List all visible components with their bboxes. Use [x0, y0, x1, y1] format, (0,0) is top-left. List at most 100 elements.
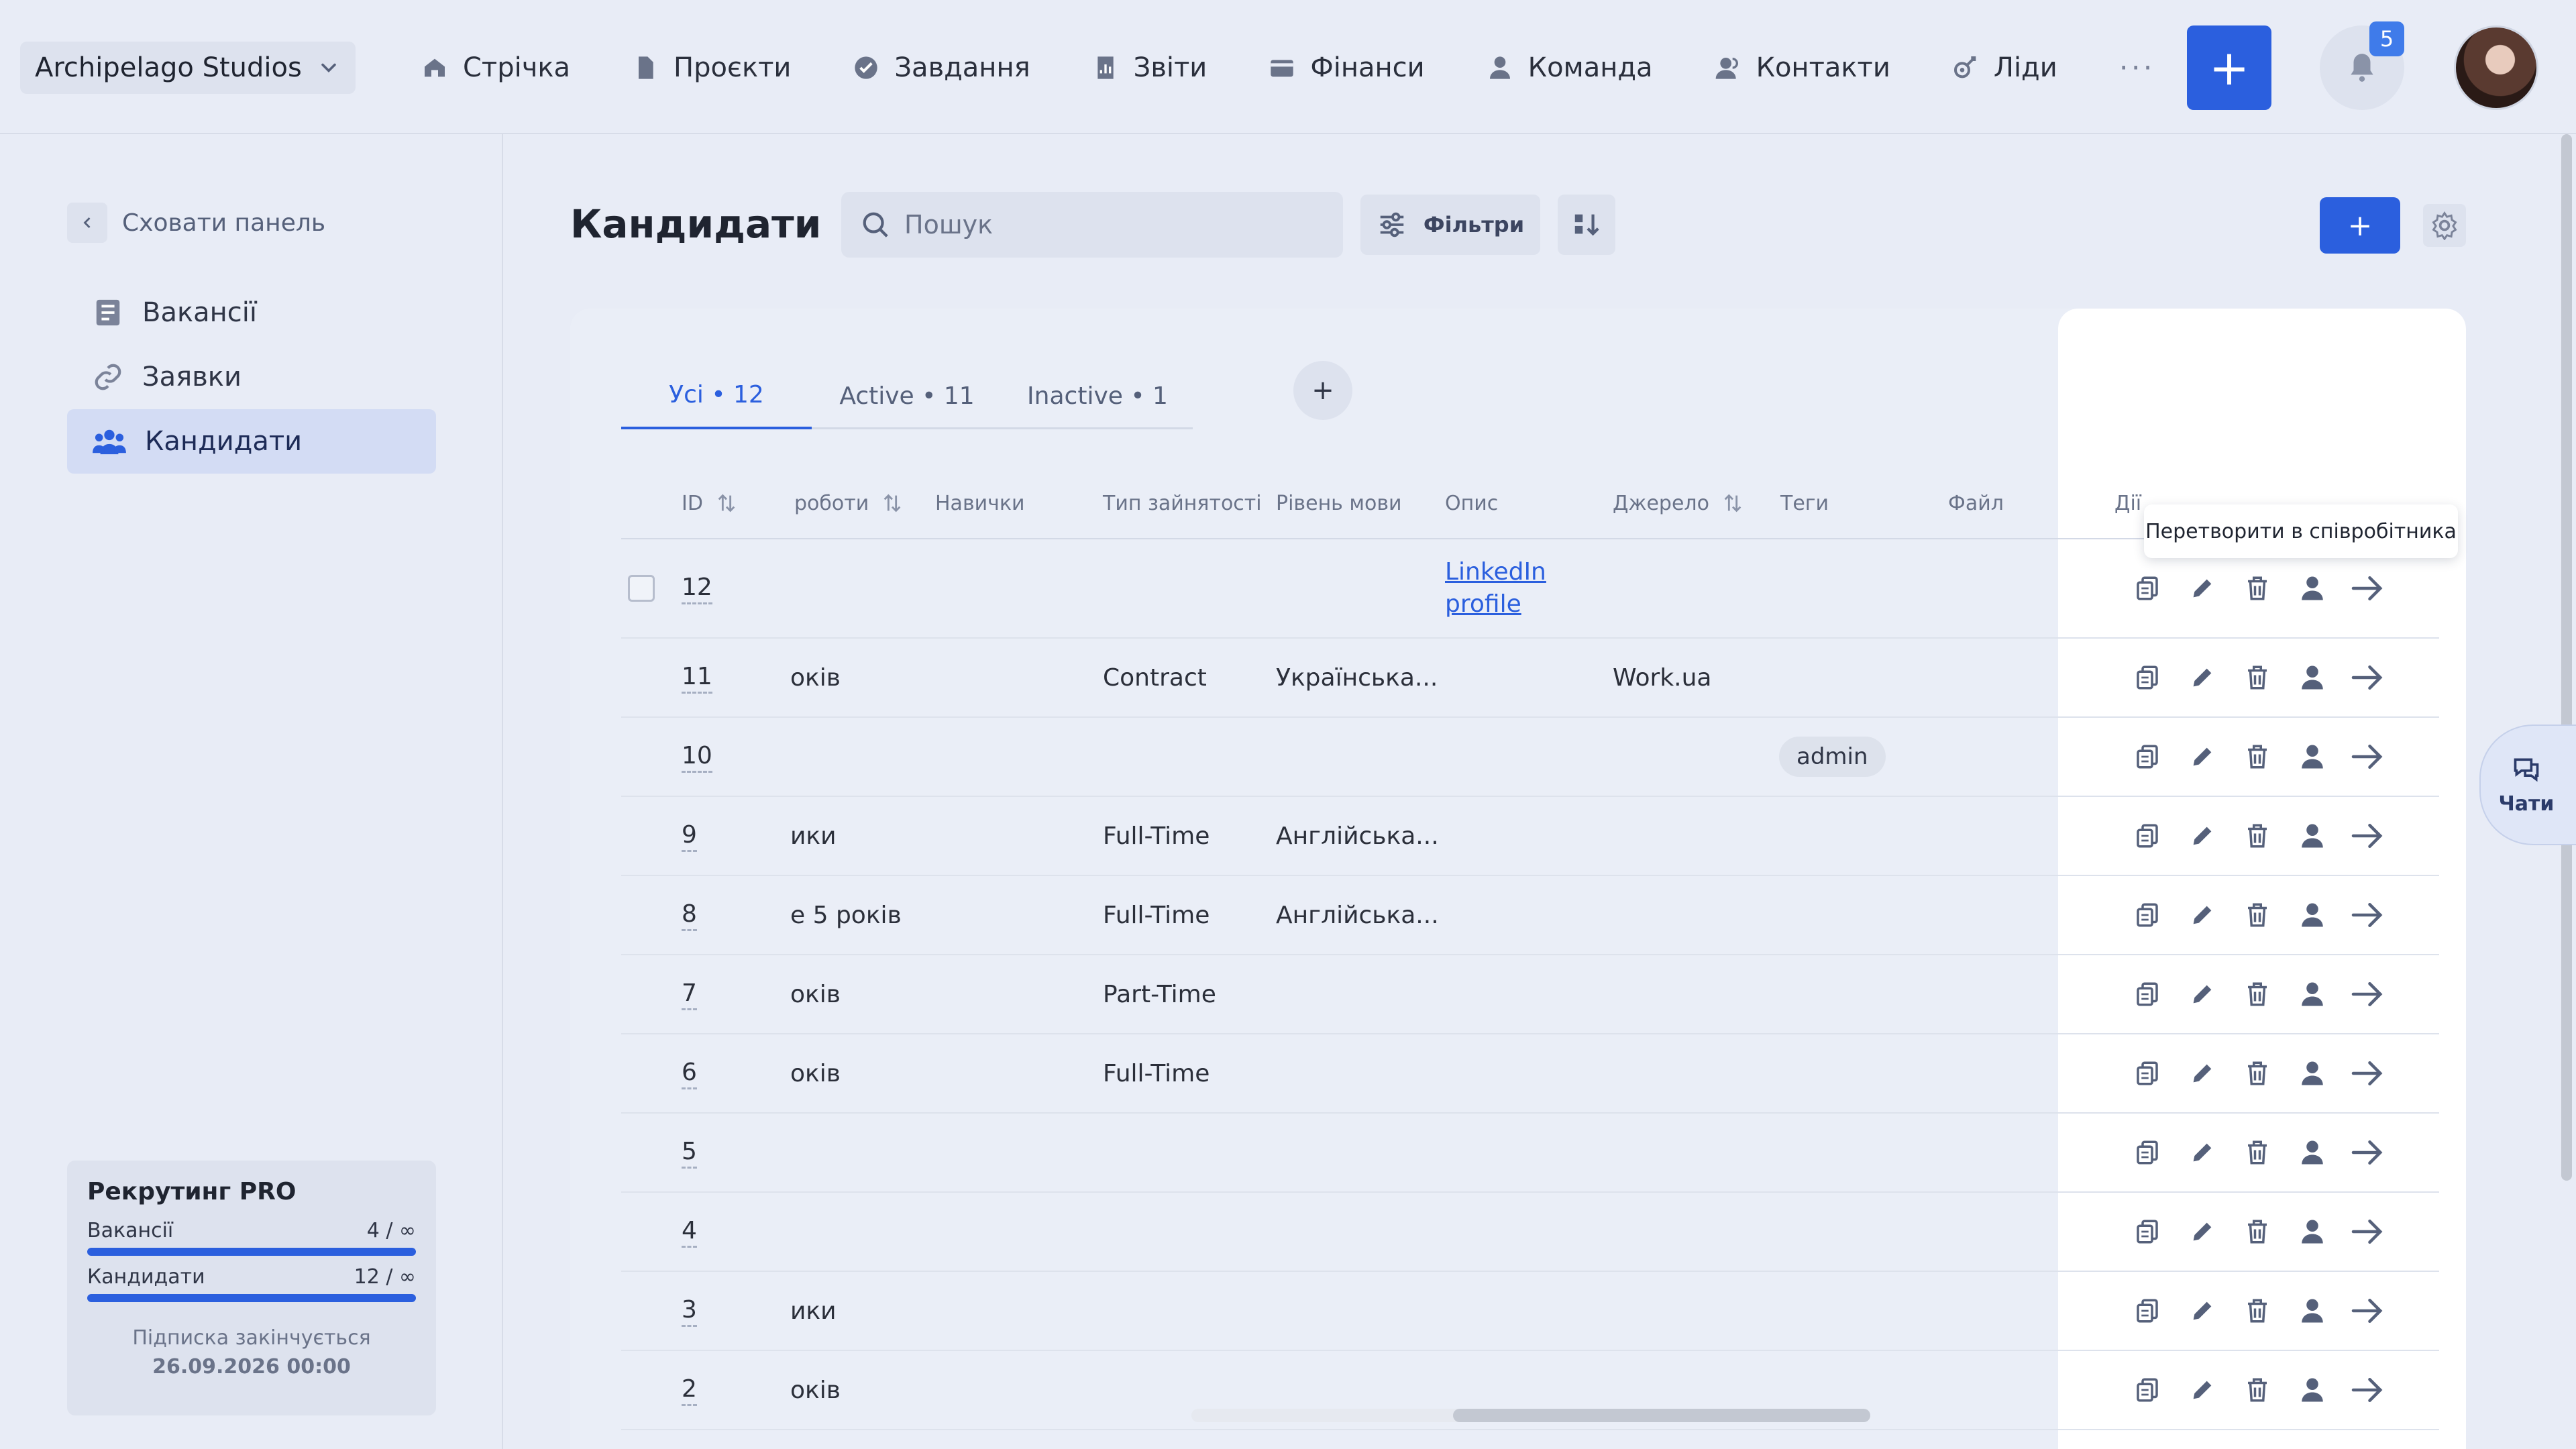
sort-arrows-icon[interactable]: [881, 492, 904, 515]
candidate-id[interactable]: 10: [682, 718, 712, 796]
candidate-id[interactable]: 7: [682, 955, 697, 1033]
copy-icon[interactable]: [2120, 901, 2175, 929]
copy-icon[interactable]: [2120, 1376, 2175, 1404]
linkedin-profile-link[interactable]: LinkedIn profile: [1445, 556, 1566, 621]
sort-button[interactable]: [1558, 195, 1615, 255]
candidate-id[interactable]: 11: [682, 639, 712, 716]
trash-icon[interactable]: [2230, 574, 2285, 602]
trash-icon[interactable]: [2230, 980, 2285, 1008]
copy-icon[interactable]: [2120, 1297, 2175, 1325]
filters-button[interactable]: Фільтри: [1360, 195, 1540, 255]
edit-icon[interactable]: [2175, 981, 2230, 1008]
sort-arrows-icon[interactable]: [1721, 492, 1744, 515]
arrow-right-icon[interactable]: [2340, 1376, 2395, 1404]
scrollbar-thumb[interactable]: [1453, 1409, 1870, 1422]
copy-icon[interactable]: [2120, 1138, 2175, 1167]
arrow-right-icon[interactable]: [2340, 980, 2395, 1008]
copy-icon[interactable]: [2120, 980, 2175, 1008]
table-row[interactable]: 8 е 5 років Full-Time Англійська...: [621, 876, 2439, 955]
arrow-right-icon[interactable]: [2340, 1138, 2395, 1167]
edit-icon[interactable]: [2175, 1297, 2230, 1324]
table-row[interactable]: 11 оків Contract Українська... Work.ua: [621, 639, 2439, 718]
convert-to-employee-icon[interactable]: [2285, 663, 2340, 692]
convert-to-employee-icon[interactable]: [2285, 901, 2340, 929]
trash-icon[interactable]: [2230, 1218, 2285, 1246]
arrow-right-icon[interactable]: [2340, 1297, 2395, 1325]
tab-active[interactable]: Active • 11: [812, 362, 1002, 429]
more-menu-icon[interactable]: ···: [2119, 51, 2155, 85]
chats-button[interactable]: Чати: [2479, 724, 2576, 845]
candidate-id[interactable]: 5: [682, 1114, 697, 1191]
search-input[interactable]: [904, 210, 1307, 239]
copy-icon[interactable]: [2120, 1218, 2175, 1246]
convert-to-employee-icon[interactable]: [2285, 743, 2340, 771]
table-row[interactable]: 5: [621, 1114, 2439, 1193]
workspace-switcher[interactable]: Archipelago Studios: [20, 42, 356, 94]
convert-to-employee-icon[interactable]: [2285, 1376, 2340, 1404]
edit-icon[interactable]: [2175, 743, 2230, 770]
convert-to-employee-icon[interactable]: [2285, 1218, 2340, 1246]
convert-to-employee-icon[interactable]: [2285, 1297, 2340, 1325]
copy-icon[interactable]: [2120, 822, 2175, 850]
candidate-id[interactable]: 8: [682, 876, 697, 954]
trash-icon[interactable]: [2230, 1297, 2285, 1325]
convert-to-employee-icon[interactable]: [2285, 980, 2340, 1008]
table-row[interactable]: 4: [621, 1193, 2439, 1272]
table-row[interactable]: 6 оків Full-Time: [621, 1034, 2439, 1114]
arrow-right-icon[interactable]: [2340, 743, 2395, 771]
nav-item-contacts[interactable]: Контакти: [1715, 52, 1890, 83]
convert-to-employee-icon[interactable]: [2285, 822, 2340, 850]
arrow-right-icon[interactable]: [2340, 663, 2395, 692]
candidate-id[interactable]: 4: [682, 1193, 697, 1271]
table-row[interactable]: 3 ики: [621, 1272, 2439, 1351]
global-add-button[interactable]: +: [2187, 25, 2271, 110]
table-row[interactable]: 10 admin: [621, 718, 2439, 797]
nav-item-feed[interactable]: Стрічка: [421, 52, 570, 83]
sidebar-item-vacancies[interactable]: Вакансії: [67, 280, 436, 345]
table-row[interactable]: 9 ики Full-Time Англійська...: [621, 797, 2439, 876]
horizontal-scrollbar[interactable]: [1191, 1409, 1870, 1422]
arrow-right-icon[interactable]: [2340, 1218, 2395, 1246]
edit-icon[interactable]: [2175, 1377, 2230, 1403]
create-candidate-button[interactable]: +: [2320, 197, 2400, 254]
candidate-id[interactable]: 9: [682, 797, 697, 875]
arrow-right-icon[interactable]: [2340, 822, 2395, 850]
arrow-right-icon[interactable]: [2340, 1059, 2395, 1087]
hide-panel-button[interactable]: Сховати панель: [67, 203, 325, 243]
nav-item-reports[interactable]: Звіти: [1092, 52, 1207, 83]
nav-item-tasks[interactable]: Завдання: [853, 52, 1030, 83]
copy-icon[interactable]: [2120, 1059, 2175, 1087]
trash-icon[interactable]: [2230, 901, 2285, 929]
table-settings-button[interactable]: [2423, 204, 2466, 247]
sidebar-item-candidates[interactable]: Кандидати: [67, 409, 436, 474]
edit-icon[interactable]: [2175, 902, 2230, 928]
candidate-id[interactable]: 6: [682, 1034, 697, 1112]
sidebar-item-applications[interactable]: Заявки: [67, 345, 436, 409]
edit-icon[interactable]: [2175, 1139, 2230, 1166]
vertical-scrollbar[interactable]: [2561, 134, 2572, 1181]
add-tab-button[interactable]: +: [1293, 361, 1352, 420]
nav-item-finance[interactable]: Фінанси: [1269, 52, 1425, 83]
edit-icon[interactable]: [2175, 575, 2230, 602]
row-checkbox[interactable]: [628, 575, 655, 602]
convert-to-employee-icon[interactable]: [2285, 1138, 2340, 1167]
column-header-work[interactable]: роботи: [794, 467, 904, 539]
tab-all[interactable]: Усі • 12: [621, 362, 812, 429]
convert-to-employee-icon[interactable]: [2285, 574, 2340, 602]
candidate-id[interactable]: 3: [682, 1272, 697, 1350]
trash-icon[interactable]: [2230, 663, 2285, 692]
sort-arrows-icon[interactable]: [715, 492, 738, 515]
edit-icon[interactable]: [2175, 1060, 2230, 1087]
arrow-right-icon[interactable]: [2340, 574, 2395, 602]
nav-item-projects[interactable]: Проєкти: [632, 52, 791, 83]
user-avatar[interactable]: [2454, 25, 2538, 110]
table-row[interactable]: 7 оків Part-Time: [621, 955, 2439, 1034]
nav-item-team[interactable]: Команда: [1487, 52, 1653, 83]
copy-icon[interactable]: [2120, 663, 2175, 692]
trash-icon[interactable]: [2230, 743, 2285, 771]
search-box[interactable]: [841, 192, 1343, 258]
column-header-source[interactable]: Джерело: [1613, 467, 1744, 539]
trash-icon[interactable]: [2230, 1376, 2285, 1404]
tab-inactive[interactable]: Inactive • 1: [1002, 362, 1193, 429]
tag-badge[interactable]: admin: [1779, 737, 1886, 777]
